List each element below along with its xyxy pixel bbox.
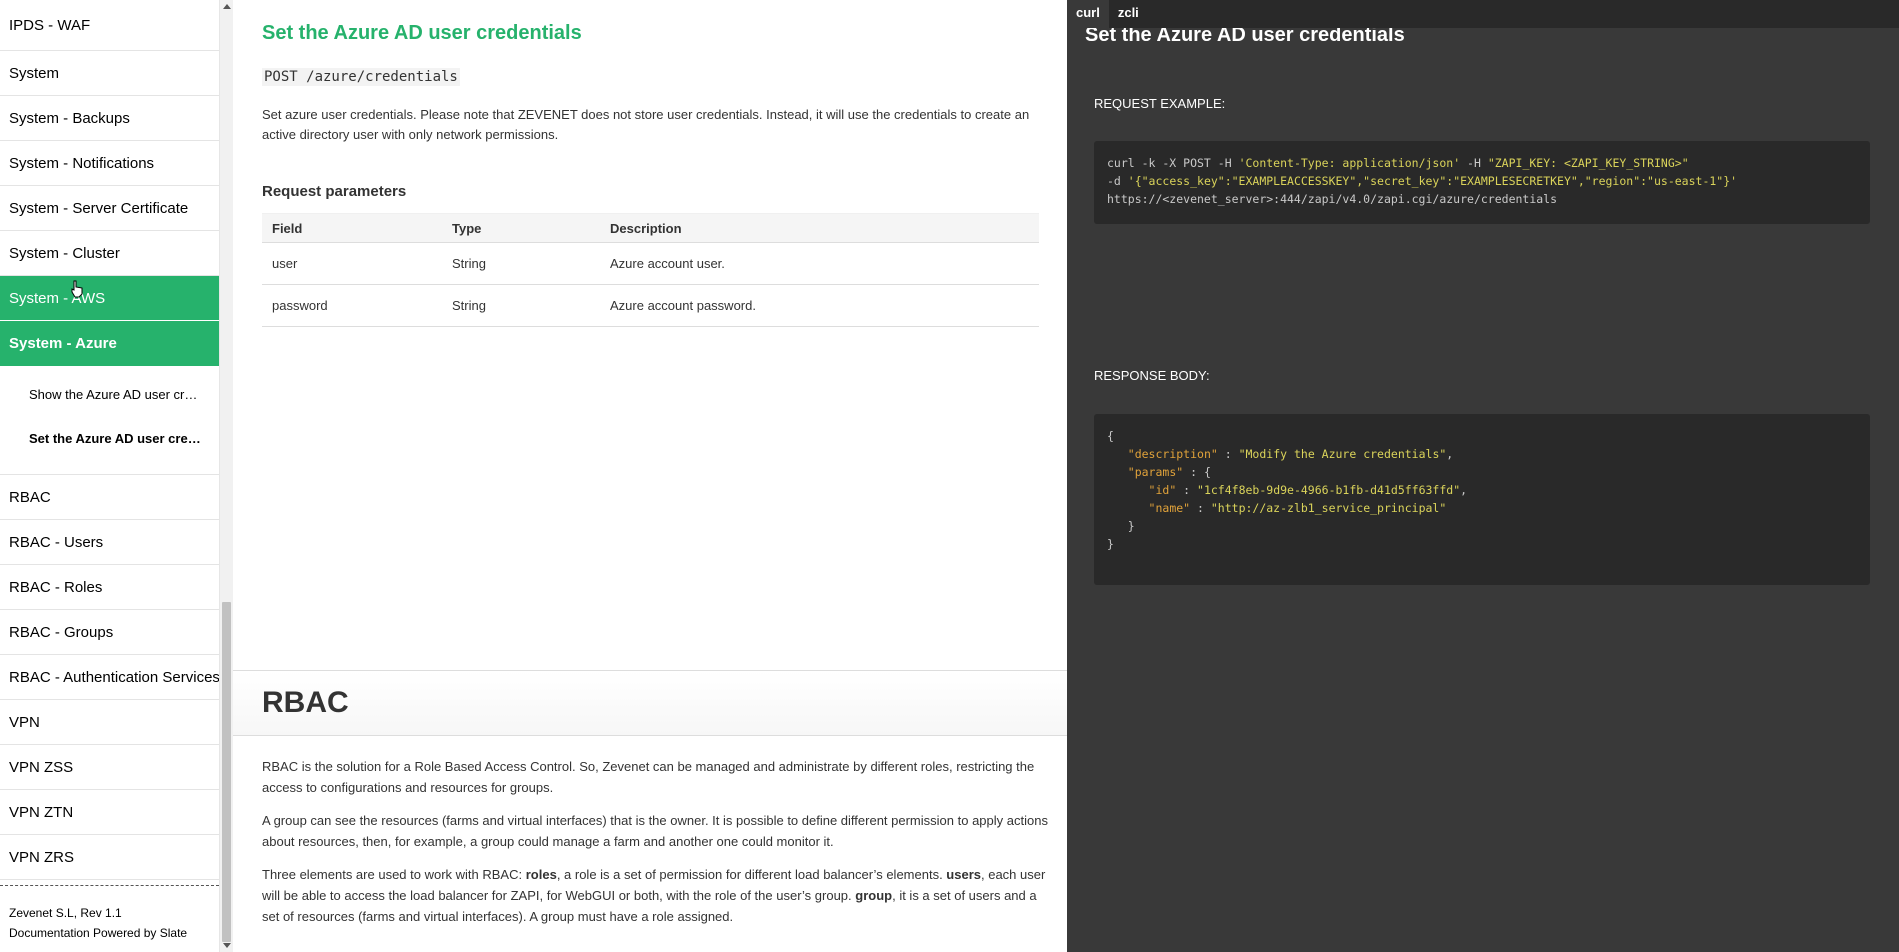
- sidebar-item-system-azure[interactable]: System - Azure: [0, 321, 219, 366]
- scroll-thumb[interactable]: [222, 602, 231, 942]
- rbac-paragraph: A group can see the resources (farms and…: [262, 813, 1048, 849]
- scroll-up-arrow-icon[interactable]: [223, 4, 231, 9]
- footer-company: Zevenet S.L, Rev 1.1: [9, 906, 122, 920]
- table-cell: String: [442, 284, 600, 327]
- json-value: "http://az-zlb1_service_principal": [1210, 501, 1447, 515]
- rbac-title: RBAC: [262, 686, 349, 719]
- tab-curl[interactable]: curl: [1067, 0, 1109, 28]
- sidebar-sublist-azure: Show the Azure AD user credentials Set t…: [0, 366, 219, 475]
- table-header-row: Field Type Description: [262, 213, 1039, 243]
- code-text: -d: [1107, 174, 1128, 188]
- rbac-term-users: users: [946, 867, 981, 882]
- scroll-down-arrow-icon[interactable]: [223, 943, 231, 948]
- sidebar-item-system-backups[interactable]: System - Backups: [0, 96, 219, 141]
- table-row: user String Azure account user.: [262, 242, 1039, 285]
- column-header: Type: [442, 213, 600, 243]
- response-body-label: RESPONSE BODY:: [1094, 368, 1210, 383]
- sidebar-item-system-server-certificate[interactable]: System - Server Certificate: [0, 186, 219, 231]
- params-table: Field Type Description user String Azure…: [262, 213, 1039, 327]
- footer-powered-by[interactable]: Documentation Powered by Slate: [9, 923, 210, 943]
- sidebar-scrollbar[interactable]: [219, 0, 233, 952]
- mouse-pointer-icon: [71, 280, 83, 298]
- code-string: "ZAPI_KEY: <ZAPI_KEY_STRING>": [1487, 156, 1689, 170]
- sidebar-item-system[interactable]: System: [0, 51, 219, 96]
- rbac-term-group: group: [855, 888, 893, 903]
- rbac-paragraph: RBAC is the solution for a Role Based Ac…: [262, 759, 1035, 795]
- table-cell: password: [262, 284, 442, 327]
- sidebar-item-ipds-waf[interactable]: IPDS - WAF: [0, 0, 219, 51]
- rbac-description: RBAC is the solution for a Role Based Ac…: [262, 756, 1052, 939]
- sidebar-item-system-cluster[interactable]: System - Cluster: [0, 231, 219, 276]
- json-key: "id": [1148, 483, 1177, 497]
- sidebar-subitem-show-azure-credentials[interactable]: Show the Azure AD user credentials: [0, 372, 219, 416]
- json-value: "1cf4f8eb-9d9e-4966-b1fb-d41d5ff63ffd": [1197, 483, 1461, 497]
- sidebar-item-system-aws[interactable]: System - AWS: [0, 276, 219, 321]
- rbac-paragraph: Three elements are used to work with RBA…: [262, 864, 1052, 927]
- endpoint-path: POST /azure/credentials: [262, 68, 460, 86]
- json-value: "Modify the Azure credentials": [1238, 447, 1447, 461]
- column-header: Description: [600, 213, 1039, 243]
- sidebar-item-rbac-users[interactable]: RBAC - Users: [0, 520, 219, 565]
- table-cell: Azure account password.: [600, 284, 1039, 327]
- sidebar-item-rbac[interactable]: RBAC: [0, 475, 219, 520]
- sidebar-subitem-label: Show the Azure AD user credentials: [29, 386, 203, 402]
- sidebar-subitem-label: Set the Azure AD user credentials: [29, 430, 203, 446]
- code-string: 'Content-Type: application/json': [1238, 156, 1461, 170]
- sidebar-item-vpn-ztn[interactable]: VPN ZTN: [0, 790, 219, 835]
- table-cell: user: [262, 242, 442, 285]
- rbac-text: , a role is a set of permission for diff…: [556, 867, 947, 882]
- response-code-block: { "description" : "Modify the Azure cred…: [1094, 414, 1870, 585]
- sidebar-item-vpn-zss[interactable]: VPN ZSS: [0, 745, 219, 790]
- sidebar-item-rbac-groups[interactable]: RBAC - Groups: [0, 610, 219, 655]
- sidebar-item-rbac-roles[interactable]: RBAC - Roles: [0, 565, 219, 610]
- request-code-block: curl -k -X POST -H 'Content-Type: applic…: [1094, 141, 1870, 224]
- rbac-text: Three elements are used to work with RBA…: [262, 867, 526, 882]
- sidebar-footer: Zevenet S.L, Rev 1.1 Documentation Power…: [0, 885, 219, 943]
- table-cell: Azure account user.: [600, 242, 1039, 285]
- sidebar-item-rbac-authentication-services[interactable]: RBAC - Authentication Services: [0, 655, 219, 700]
- params-title: Request parameters: [262, 183, 407, 200]
- json-key: "description": [1127, 447, 1218, 461]
- rbac-section-header: RBAC: [233, 670, 1067, 736]
- json-key: "name": [1148, 501, 1191, 515]
- sidebar-nav: IPDS - WAF System System - Backups Syste…: [0, 0, 219, 880]
- code-panel: Set the Azure AD user credentials curl z…: [1067, 0, 1899, 952]
- request-example-label: REQUEST EXAMPLE:: [1094, 96, 1226, 111]
- language-selector: curl zcli: [1067, 0, 1899, 28]
- rbac-term-roles: roles: [525, 867, 557, 882]
- sidebar-item-vpn-zrs[interactable]: VPN ZRS: [0, 835, 219, 880]
- tab-zcli[interactable]: zcli: [1109, 0, 1148, 28]
- table-row: password String Azure account password.: [262, 284, 1039, 327]
- section-description: Set azure user credentials. Please note …: [262, 107, 1030, 142]
- code-text: https://<zevenet_server>:444/zapi/v4.0/z…: [1107, 192, 1558, 206]
- json-key: "params": [1127, 465, 1184, 479]
- code-text: curl -k -X POST -H: [1107, 156, 1239, 170]
- sidebar-subitem-set-azure-credentials[interactable]: Set the Azure AD user credentials: [0, 416, 219, 460]
- code-string: '{"access_key":"EXAMPLEACCESSKEY","secre…: [1127, 174, 1738, 188]
- sidebar-item-system-notifications[interactable]: System - Notifications: [0, 141, 219, 186]
- table-cell: String: [442, 242, 600, 285]
- sidebar: IPDS - WAF System System - Backups Syste…: [0, 0, 219, 952]
- sidebar-item-vpn[interactable]: VPN: [0, 700, 219, 745]
- main-content: Set the Azure AD user credentials POST /…: [233, 0, 1067, 952]
- section-title: Set the Azure AD user credentials: [262, 22, 582, 44]
- column-header: Field: [262, 213, 442, 243]
- code-text: -H: [1460, 156, 1488, 170]
